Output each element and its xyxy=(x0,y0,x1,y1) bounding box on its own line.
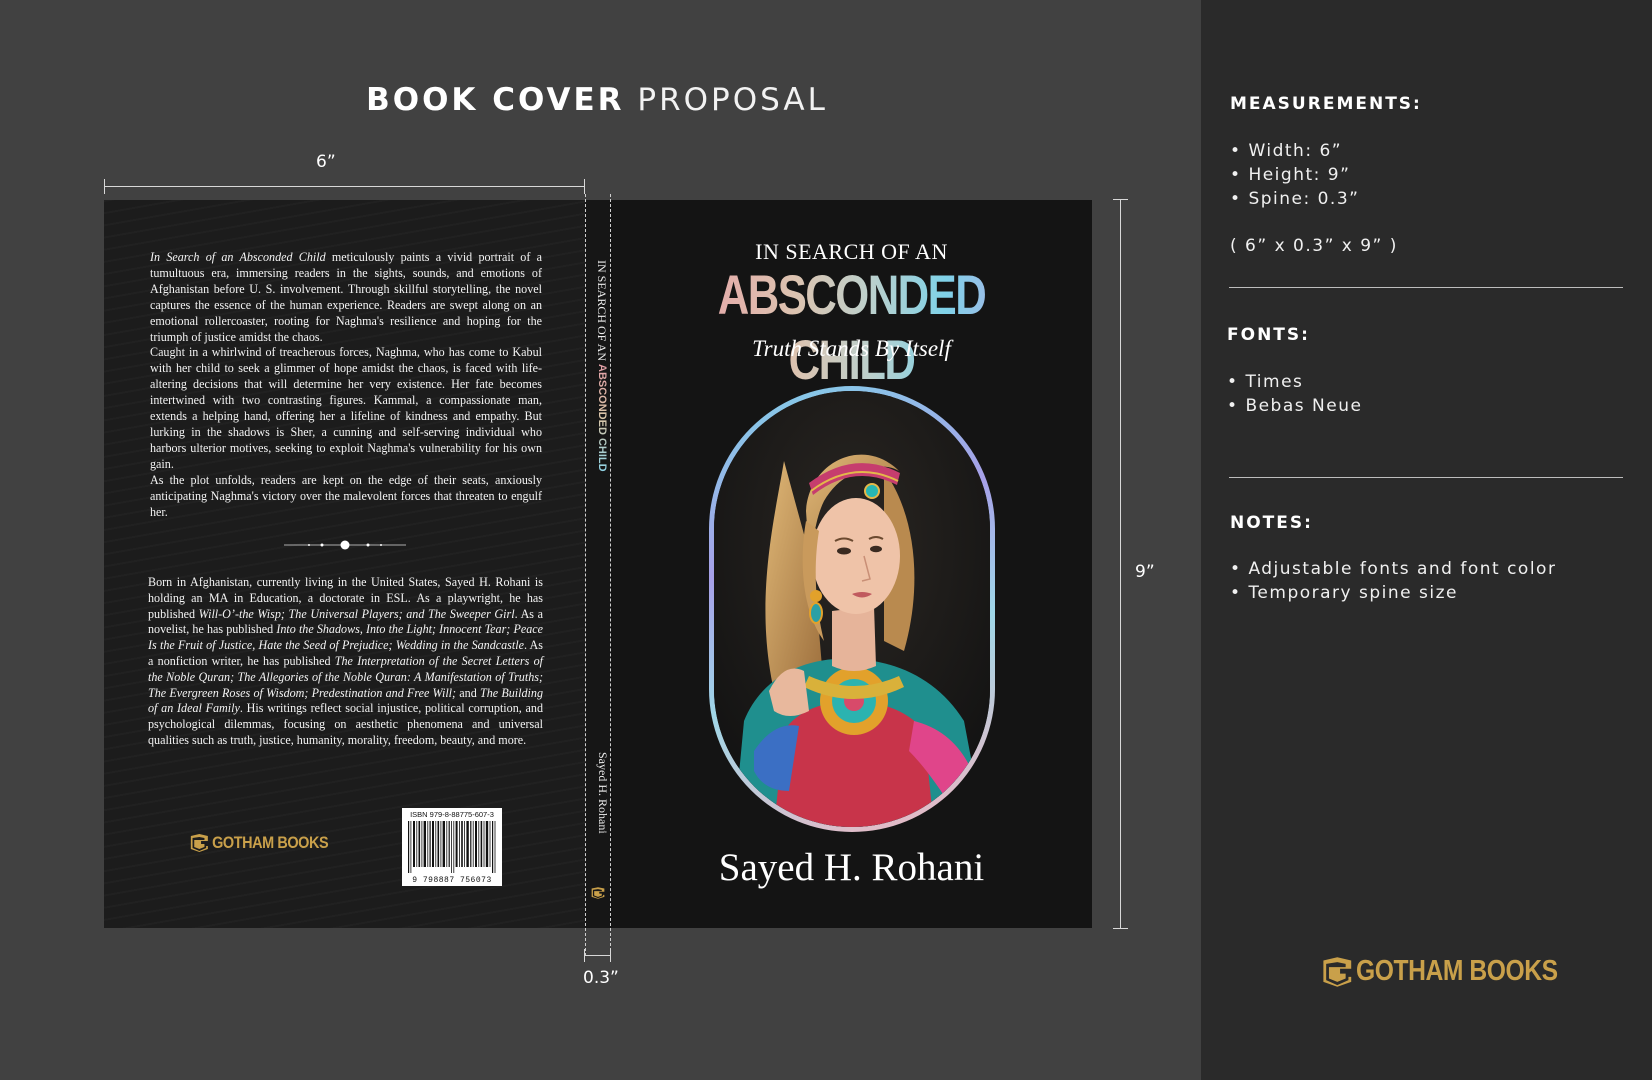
spine-logo-icon xyxy=(591,887,605,899)
font-item: Bebas Neue xyxy=(1227,394,1362,418)
fonts-list: Times Bebas Neue xyxy=(1227,370,1362,418)
measurement-item: Height: 9” xyxy=(1230,163,1359,187)
notes-list: Adjustable fonts and font color Temporar… xyxy=(1230,557,1556,605)
measurement-item: Spine: 0.3” xyxy=(1230,187,1359,211)
back-blurb: In Search of an Absconded Child meticulo… xyxy=(150,250,542,520)
gotham-logo-icon xyxy=(190,834,208,852)
note-item: Adjustable fonts and font color xyxy=(1230,557,1556,581)
height-dimension-line xyxy=(1113,199,1128,929)
barcode-number: 9 798887 756073 xyxy=(412,876,492,885)
bio-text: and xyxy=(456,685,480,700)
spine-title-bold: ABSCONDED CHILD xyxy=(596,364,608,472)
spine-dimension-label: 0.3” xyxy=(583,968,619,988)
note-item: Temporary spine size xyxy=(1230,581,1556,605)
divider xyxy=(1229,477,1623,478)
ornament-divider xyxy=(284,540,406,550)
gotham-logo-icon xyxy=(1323,956,1352,987)
spine-guide-right xyxy=(610,194,611,956)
portrait-image xyxy=(714,391,990,827)
book-spine: IN SEARCH OF AN ABSCONDED CHILD Sayed H.… xyxy=(585,200,611,928)
spine-author: Sayed H. Rohani xyxy=(596,752,610,834)
blurb-text: Caught in a whirlwind of treacherous for… xyxy=(150,345,542,471)
measurements-heading: MEASUREMENTS: xyxy=(1230,94,1422,114)
notes-heading: NOTES: xyxy=(1230,513,1313,533)
width-dimension-line xyxy=(104,179,585,194)
blurb-paragraph: As the plot unfolds, readers are kept on… xyxy=(150,473,542,521)
page-title-light: PROPOSAL xyxy=(637,82,828,118)
divider xyxy=(1229,287,1623,288)
blurb-text: meticulously paints a vivid portrait of … xyxy=(150,250,542,344)
page-title-bold: BOOK COVER xyxy=(366,82,625,118)
measurements-summary: ( 6” x 0.3” x 9” ) xyxy=(1230,236,1398,256)
height-dimension-label: 9” xyxy=(1135,562,1155,582)
front-title: ABSCONDED CHILD xyxy=(664,262,1039,392)
page-title: BOOK COVER PROPOSAL xyxy=(0,82,1194,118)
back-publisher-logo: GOTHAM BOOKS xyxy=(190,833,329,853)
sidebar-publisher-logo: GOTHAM BOOKS xyxy=(1322,955,1558,988)
bio-book-titles: Will-O’-the Wisp; The Universal Players;… xyxy=(198,606,515,621)
portrait-frame xyxy=(709,386,995,832)
back-cover: In Search of an Absconded Child meticulo… xyxy=(104,200,585,928)
measurement-item: Width: 6” xyxy=(1230,139,1359,163)
spine-title: IN SEARCH OF AN ABSCONDED CHILD xyxy=(587,260,609,500)
measurements-list: Width: 6” Height: 9” Spine: 0.3” xyxy=(1230,139,1359,211)
blurb-paragraph: Caught in a whirlwind of treacherous for… xyxy=(150,345,542,472)
isbn-label: ISBN 979-8-88775-607-3 xyxy=(410,810,494,819)
front-author: Sayed H. Rohani xyxy=(718,846,985,889)
fonts-heading: FONTS: xyxy=(1227,325,1310,345)
blurb-book-title: In Search of an Absconded Child xyxy=(150,250,326,264)
publisher-name: GOTHAM BOOKS xyxy=(1356,955,1558,987)
blurb-text: As the plot unfolds, readers are kept on… xyxy=(150,472,542,519)
front-cover: IN SEARCH OF AN ABSCONDED CHILD Truth St… xyxy=(611,200,1092,928)
barcode-bars xyxy=(408,821,496,873)
font-item: Times xyxy=(1227,370,1362,394)
front-tagline: Truth Stands By Itself xyxy=(752,336,951,361)
woman-portrait-illustration xyxy=(714,391,990,827)
blurb-paragraph: In Search of an Absconded Child meticulo… xyxy=(150,250,542,345)
width-dimension-label: 6” xyxy=(316,152,336,172)
spine-guide-left xyxy=(585,194,586,956)
author-bio: Born in Afghanistan, currently living in… xyxy=(148,575,543,749)
spine-dimension-line xyxy=(584,949,611,962)
spine-title-plain: IN SEARCH OF AN xyxy=(595,260,609,365)
book-cover-spread: In Search of an Absconded Child meticulo… xyxy=(104,200,1092,928)
proposal-canvas: BOOK COVER PROPOSAL 6” 9” In Search of a… xyxy=(0,0,1201,1080)
publisher-name: GOTHAM BOOKS xyxy=(212,833,329,852)
isbn-barcode: ISBN 979-8-88775-607-3 9 798887 756073 xyxy=(402,808,502,886)
